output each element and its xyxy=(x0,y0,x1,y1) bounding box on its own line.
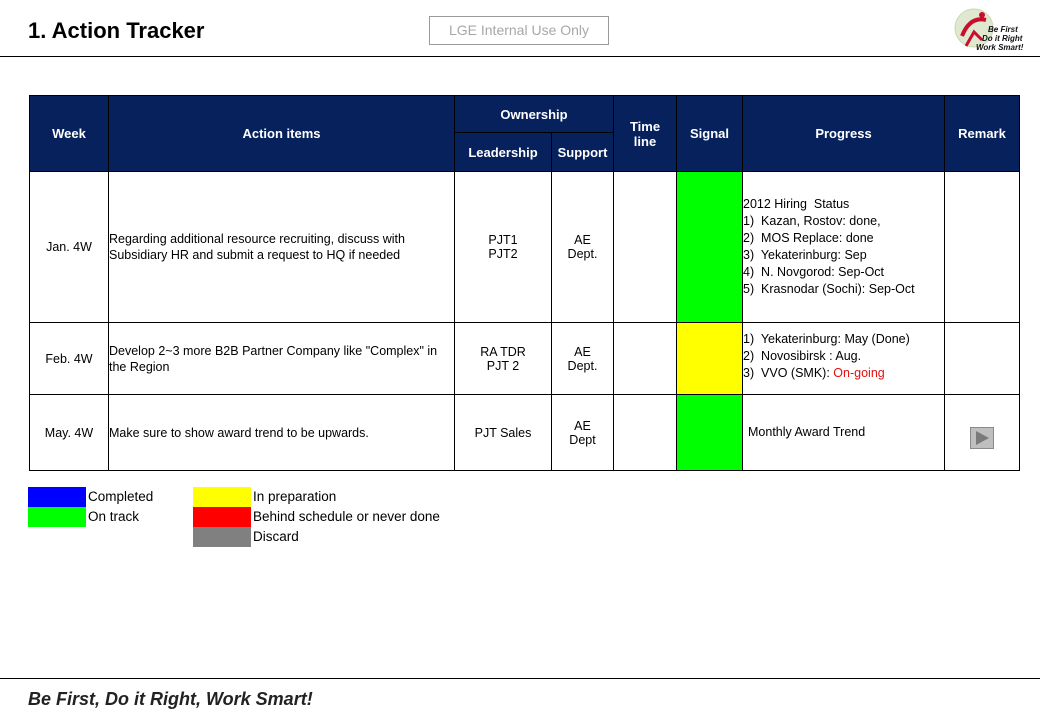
footer-divider xyxy=(0,678,1040,679)
leadership-line: RA TDR xyxy=(480,344,526,359)
play-button[interactable] xyxy=(970,426,994,449)
progress-cell: 2012 Hiring Status 1) Kazan, Rostov: don… xyxy=(742,171,945,323)
progress-line: 1) Kazan, Rostov: done, xyxy=(743,214,881,228)
week-cell: Jan. 4W xyxy=(29,171,109,323)
logo-line-2: Do it Right xyxy=(982,34,1023,43)
support-line: AE xyxy=(574,418,591,433)
progress-line: 2012 Hiring Status xyxy=(743,197,850,211)
header-action-items: Action items xyxy=(108,95,455,172)
support-cell: AE Dept. xyxy=(551,171,614,323)
timeline-cell xyxy=(613,171,677,323)
progress-line: 3) Yekaterinburg: Sep xyxy=(743,248,867,262)
header-divider xyxy=(0,56,1040,57)
table-row: Feb. 4W Develop 2~3 more B2B Partner Com… xyxy=(29,322,1020,395)
action-item-cell: Regarding additional resource recruiting… xyxy=(108,171,455,323)
header-timeline: Time line xyxy=(613,95,677,172)
table-row: Jan. 4W Regarding additional resource re… xyxy=(29,171,1020,323)
progress-line: 4) N. Novgorod: Sep-Oct xyxy=(743,265,885,279)
header-timeline-line2: line xyxy=(633,133,657,149)
header-ownership: Ownership xyxy=(454,95,614,133)
legend-swatch-yellow xyxy=(193,487,251,507)
leadership-line: PJT Sales xyxy=(474,425,532,440)
footer-slogan: Be First, Do it Right, Work Smart! xyxy=(28,689,313,709)
legend-label: In preparation xyxy=(253,489,337,504)
logo-line-3: Work Smart! xyxy=(976,43,1024,52)
action-tracker-table: Week Action items Ownership Time line Si… xyxy=(29,95,1020,471)
legend-swatch-gray xyxy=(193,527,251,547)
legend-label: Completed xyxy=(88,489,154,504)
progress-line: 5) Krasnodar (Sochi): Sep-Oct xyxy=(743,282,915,296)
action-item-cell: Make sure to show award trend to be upwa… xyxy=(108,394,455,471)
table-row: May. 4W Make sure to show award trend to… xyxy=(29,394,1020,471)
timeline-cell xyxy=(613,394,677,471)
timeline-cell xyxy=(613,322,677,395)
header-support: Support xyxy=(551,132,614,172)
logo-line-1: Be First xyxy=(988,25,1018,34)
header-signal: Signal xyxy=(676,95,743,172)
header-progress: Progress xyxy=(742,95,945,172)
leadership-cell: PJT Sales xyxy=(454,394,552,471)
support-line: Dept. xyxy=(567,358,598,373)
header-remark: Remark xyxy=(944,95,1020,172)
leadership-line: PJT 2 xyxy=(486,358,520,373)
support-cell: AE Dept. xyxy=(551,322,614,395)
classification-label: LGE Internal Use Only xyxy=(429,16,609,45)
header-leadership: Leadership xyxy=(454,132,552,172)
support-line: Dept xyxy=(569,432,596,447)
header-timeline-line1: Time xyxy=(629,118,661,134)
progress-cell: 1) Yekaterinburg: May (Done) 2) Novosibi… xyxy=(742,322,945,395)
support-cell: AE Dept xyxy=(551,394,614,471)
week-cell: May. 4W xyxy=(29,394,109,471)
legend-label: On track xyxy=(88,509,140,524)
progress-line: 3) VVO (SMK): On-going xyxy=(743,365,944,382)
support-line: Dept. xyxy=(567,247,598,261)
progress-line: 2) MOS Replace: done xyxy=(743,231,874,245)
progress-line: 2) Novosibirsk : Aug. xyxy=(743,349,862,363)
remark-cell xyxy=(944,322,1020,395)
remark-cell xyxy=(944,171,1020,323)
leadership-line: PJT2 xyxy=(488,247,518,261)
action-item-cell: Develop 2~3 more B2B Partner Company lik… xyxy=(108,322,455,395)
progress-line: Monthly Award Trend xyxy=(748,425,866,439)
leadership-line: PJT1 xyxy=(488,233,518,247)
legend-label: Behind schedule or never done xyxy=(253,509,440,524)
progress-cell: Monthly Award Trend xyxy=(742,394,945,471)
page-title: 1. Action Tracker xyxy=(28,18,205,43)
signal-green-cell xyxy=(676,394,743,471)
legend-swatch-green xyxy=(28,507,86,527)
progress-line-text: 3) VVO (SMK): xyxy=(743,366,834,380)
legend-swatch-blue xyxy=(28,487,86,507)
company-logo: Be First Do it Right Work Smart! xyxy=(954,8,1024,52)
leadership-cell: PJT1 PJT2 xyxy=(454,171,552,323)
leadership-cell: RA TDR PJT 2 xyxy=(454,322,552,395)
signal-green-cell xyxy=(676,171,743,323)
ongoing-status: On-going xyxy=(833,366,885,380)
play-icon xyxy=(976,430,989,445)
support-line: AE xyxy=(574,344,591,359)
remark-cell xyxy=(944,394,1020,471)
progress-line: 1) Yekaterinburg: May (Done) xyxy=(743,332,910,346)
legend-label: Discard xyxy=(253,529,299,544)
signal-yellow-cell xyxy=(676,322,743,395)
legend-swatch-red xyxy=(193,507,251,527)
header-week: Week xyxy=(29,95,109,172)
support-line: AE xyxy=(574,233,591,247)
week-cell: Feb. 4W xyxy=(29,322,109,395)
